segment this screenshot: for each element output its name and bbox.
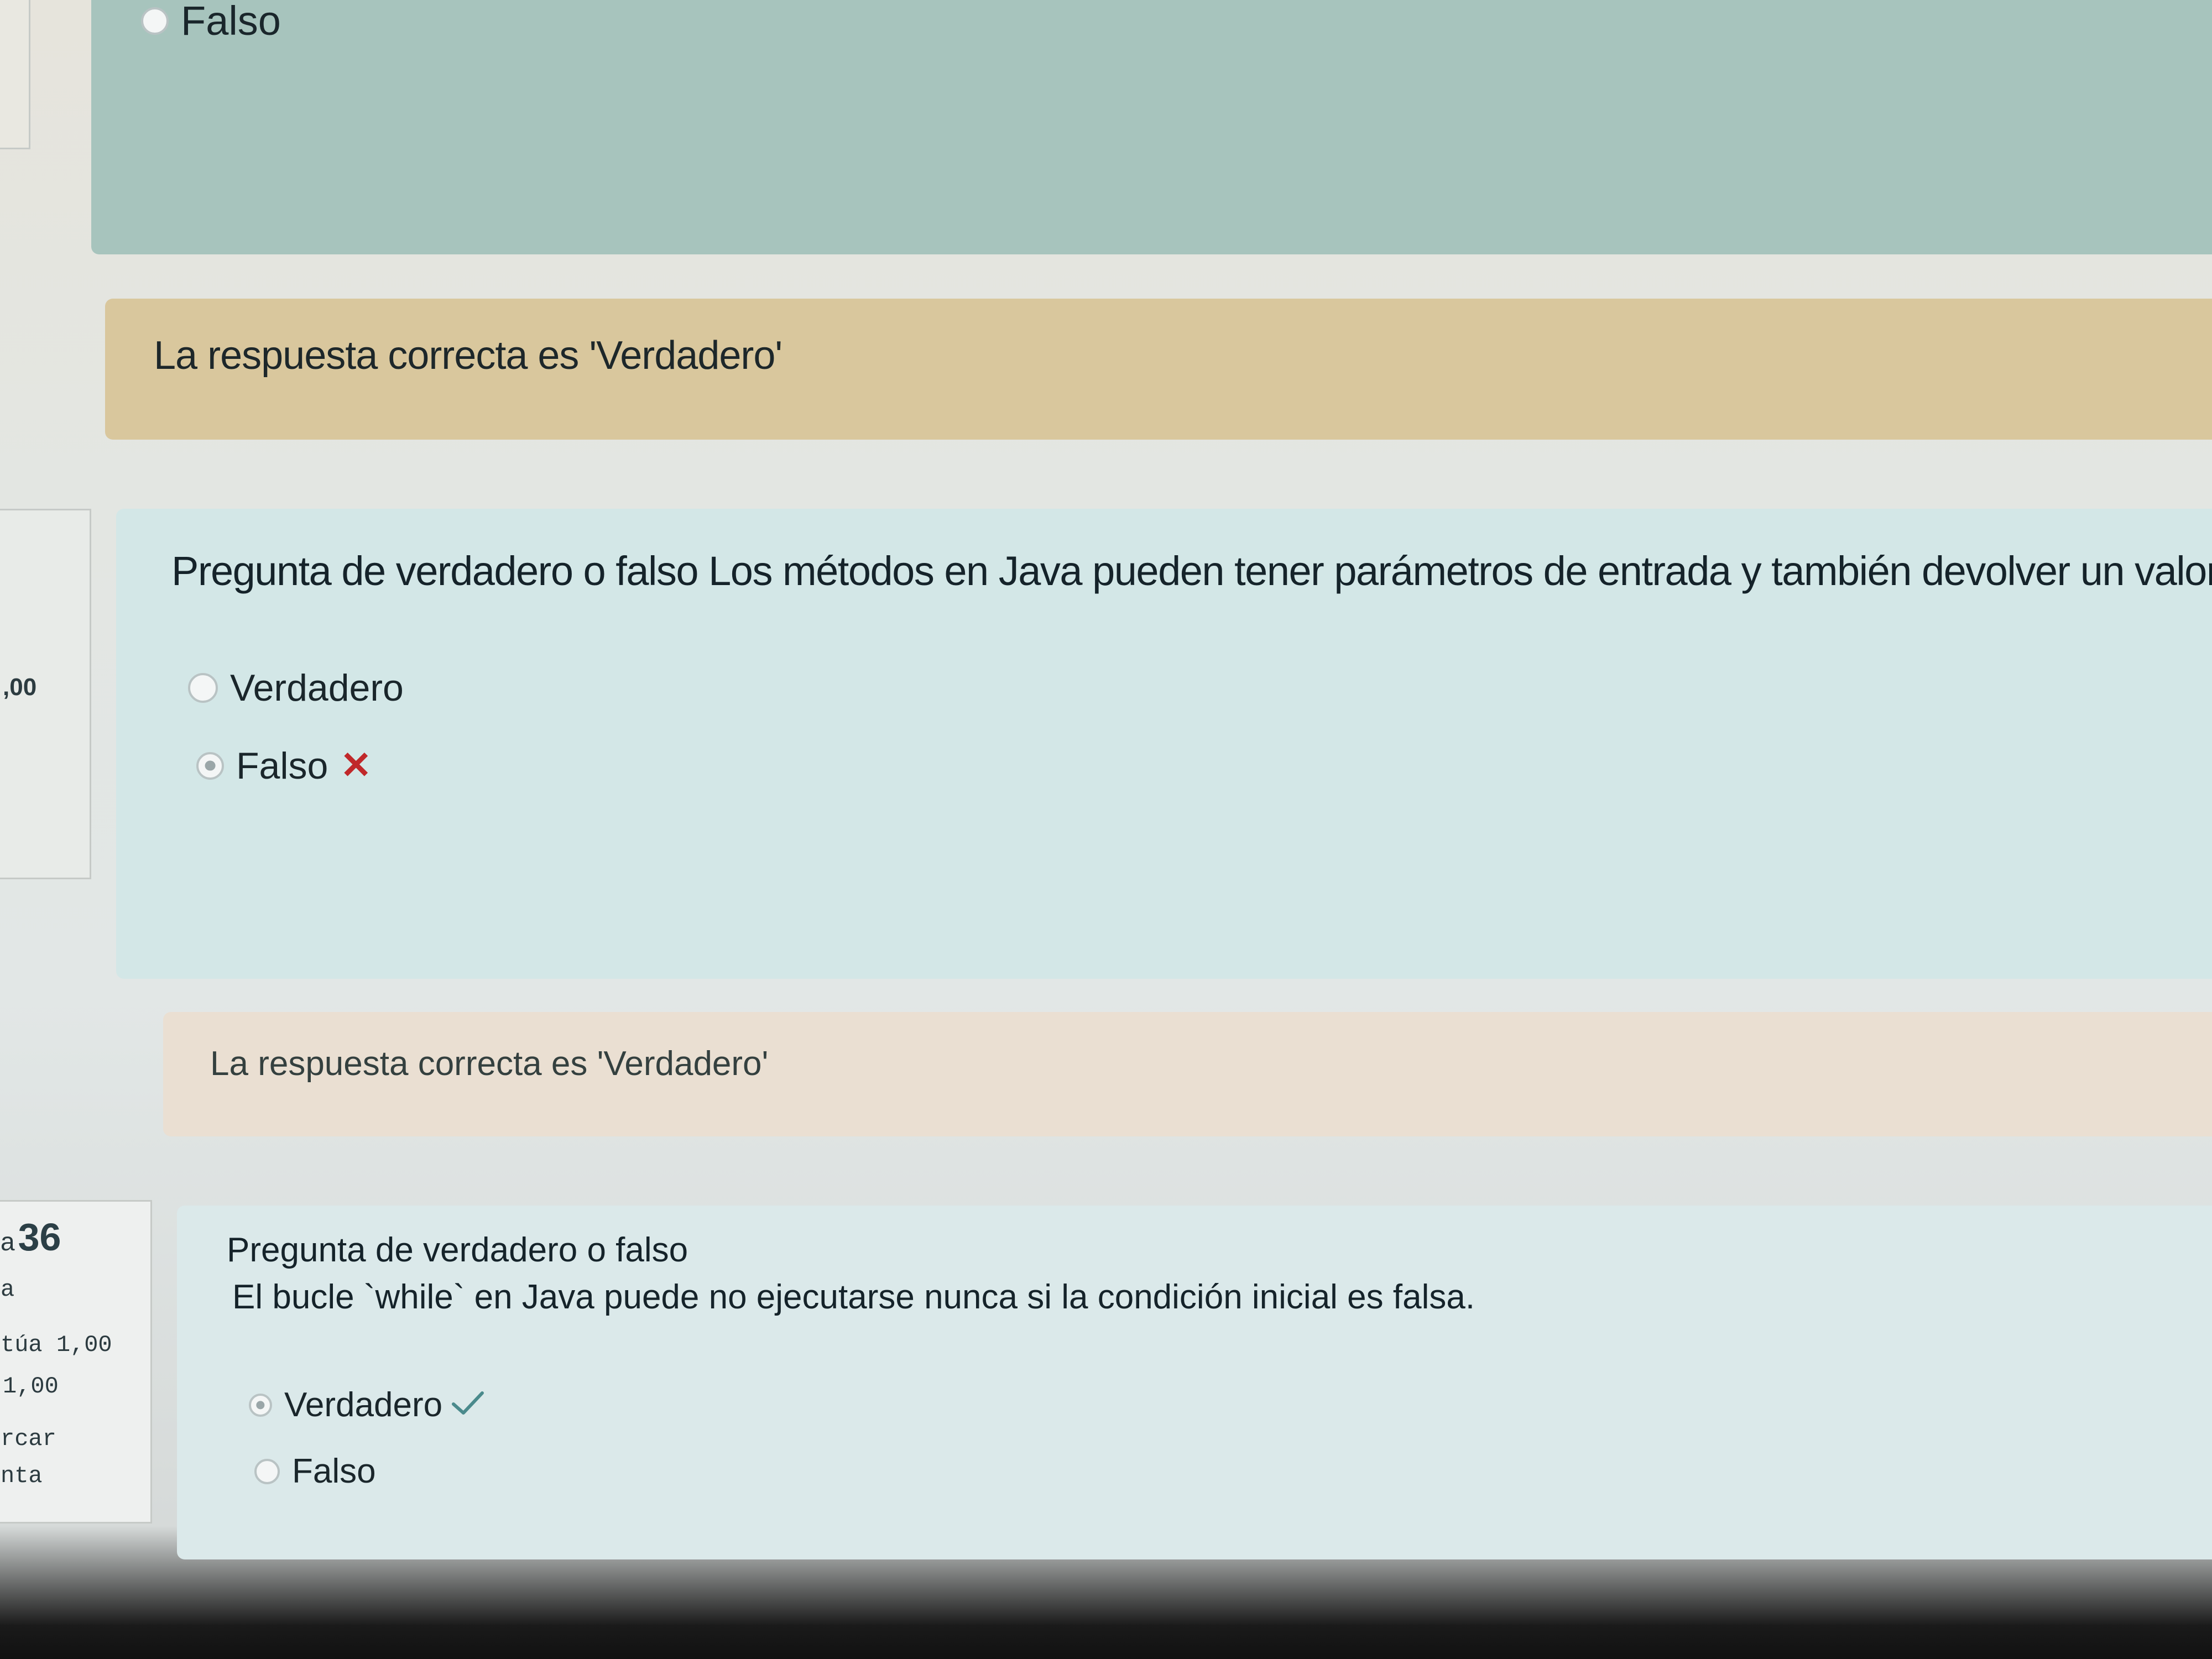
question-type-label: Pregunta de verdadero o falso: [227, 1231, 688, 1269]
radio-button[interactable]: [141, 7, 169, 35]
radio-button-selected[interactable]: [249, 1393, 272, 1417]
quiz-review-page: Falso La respuesta correcta es 'Verdader…: [0, 0, 2212, 1659]
feedback-box-2: La respuesta correcta es 'Verdadero': [163, 1012, 2212, 1136]
question-info-panel-2: ,00: [0, 509, 91, 879]
answer-option-verdadero[interactable]: Verdadero: [249, 1385, 486, 1425]
question-box-1: Falso: [91, 0, 2212, 254]
question-mark-value: ,00: [3, 674, 37, 701]
question-score: túa 1,00: [1, 1332, 112, 1358]
answer-label: Falso: [181, 0, 281, 44]
question-number-prefix: a: [1, 1227, 15, 1256]
feedback-box-1: La respuesta correcta es 'Verdadero': [105, 299, 2212, 440]
answer-label: Verdadero: [230, 667, 404, 709]
question-max-score: 1,00: [3, 1373, 59, 1400]
question-info-panel-1: [0, 0, 30, 149]
answer-label: Verdadero: [284, 1386, 443, 1424]
flag-question-link[interactable]: rcar: [1, 1426, 56, 1452]
question-text: Pregunta de verdadero o falso Los método…: [171, 548, 2212, 594]
radio-button[interactable]: [254, 1458, 280, 1484]
answer-option-falso[interactable]: Falso: [254, 1452, 376, 1491]
answer-option-falso[interactable]: Falso: [141, 0, 281, 44]
question-box-3: Pregunta de verdadero o falso El bucle `…: [177, 1206, 2212, 1559]
radio-button-selected[interactable]: [196, 752, 224, 780]
question-info-panel-3: a 36 a túa 1,00 1,00 rcar nta: [0, 1200, 152, 1524]
correct-answer-text: La respuesta correcta es 'Verdadero': [154, 333, 782, 378]
question-box-2: Pregunta de verdadero o falso Los método…: [116, 509, 2212, 979]
radio-button[interactable]: [188, 673, 218, 703]
correct-answer-text: La respuesta correcta es 'Verdadero': [210, 1045, 769, 1083]
correct-check-icon: [450, 1385, 486, 1425]
answer-label: Falso: [236, 744, 328, 787]
flag-question-link-2[interactable]: nta: [1, 1463, 43, 1489]
answer-label: Falso: [292, 1452, 376, 1490]
answer-option-verdadero[interactable]: Verdadero: [188, 666, 404, 709]
question-text: El bucle `while` en Java puede no ejecut…: [232, 1278, 1475, 1316]
answer-option-falso[interactable]: Falso ✕: [196, 744, 372, 787]
question-status: a: [1, 1276, 15, 1303]
question-number-value: 36: [18, 1215, 61, 1259]
question-number: a 36: [1, 1215, 61, 1259]
incorrect-icon: ✕: [340, 744, 372, 786]
